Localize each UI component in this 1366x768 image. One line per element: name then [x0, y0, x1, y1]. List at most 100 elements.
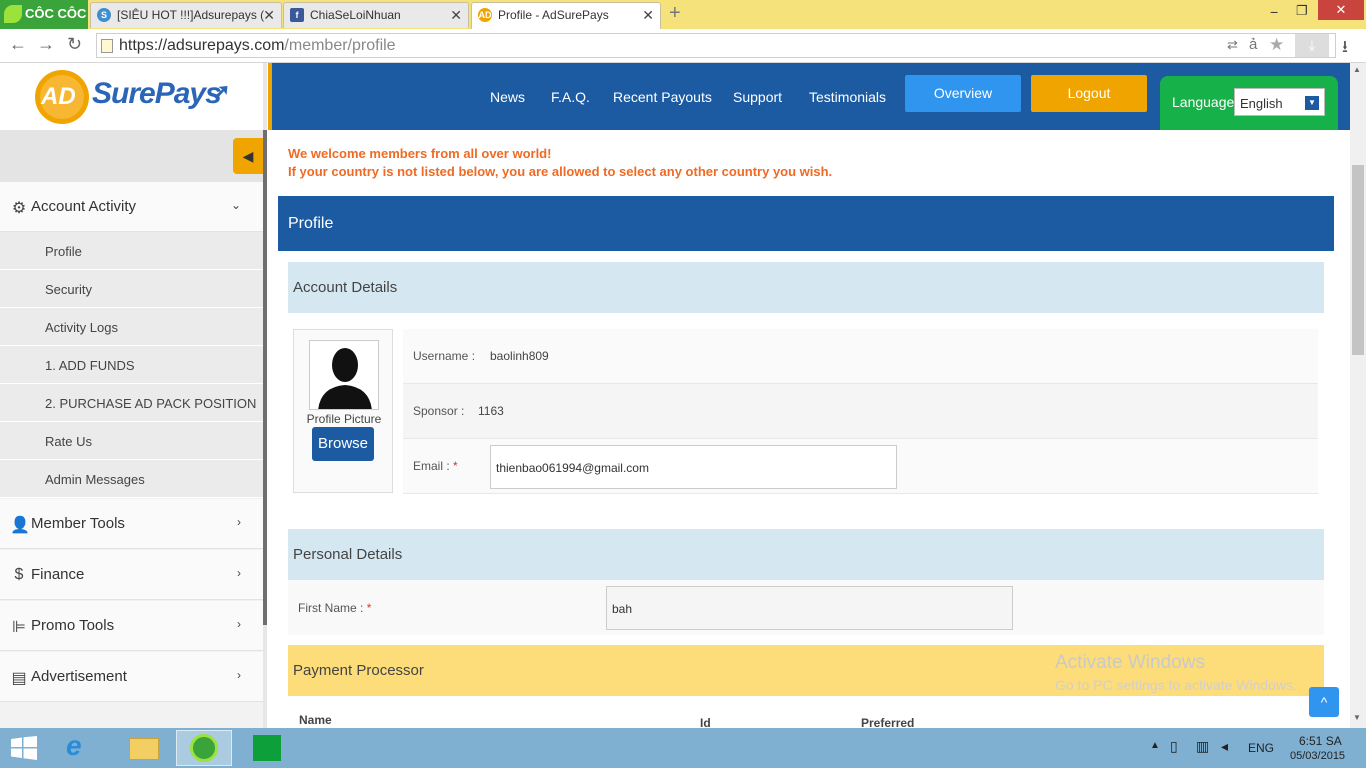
- sidebar-collapse-button[interactable]: ◀: [233, 138, 263, 174]
- page-icon: [101, 39, 113, 53]
- coccoc-taskbar[interactable]: [176, 730, 232, 766]
- reload-icon[interactable]: ↻: [67, 34, 82, 55]
- nav-support[interactable]: Support: [733, 89, 782, 105]
- required-mark: *: [453, 459, 458, 473]
- downloads-icon[interactable]: ⭳: [1342, 34, 1348, 63]
- sidebar-item-rate-us[interactable]: Rate Us: [0, 422, 263, 460]
- sidebar-item-purchase-ad-pack[interactable]: 2. PURCHASE AD PACK POSITION: [0, 384, 263, 422]
- close-icon[interactable]: ✕: [450, 3, 462, 27]
- nav-faq[interactable]: F.A.Q.: [551, 89, 590, 105]
- section-title: Payment Processor: [293, 662, 424, 679]
- store-taskbar[interactable]: [240, 730, 296, 766]
- email-label-text: Email :: [413, 459, 450, 473]
- minimize-icon[interactable]: −: [1270, 4, 1278, 20]
- sidebar-item-label: 1. ADD FUNDS: [45, 358, 135, 373]
- column-header-id: Id: [700, 716, 711, 728]
- section-label: Finance: [31, 566, 85, 583]
- browser-tab-active[interactable]: AD Profile - AdSurePays ✕: [471, 2, 661, 29]
- email-field[interactable]: thienbao061994@gmail.com: [490, 445, 897, 489]
- site-logo[interactable]: AD SurePays ➚: [0, 63, 263, 130]
- new-tab-icon[interactable]: +: [669, 2, 681, 25]
- tray-volume-icon[interactable]: ◂: [1221, 738, 1228, 755]
- section-title: Personal Details: [293, 546, 403, 563]
- chevron-down-icon: ⌄: [230, 198, 241, 212]
- page-scrollbar[interactable]: ▲ ▼: [1350, 63, 1366, 728]
- sidebar-toolbar: ◀: [0, 130, 263, 182]
- restore-icon[interactable]: ❐: [1296, 3, 1308, 19]
- url-text: https://adsurepays.com/member/profile: [119, 37, 396, 55]
- download-video-icon[interactable]: ⤓: [1295, 34, 1329, 57]
- activate-windows-subtitle: Go to PC settings to activate Windows.: [1055, 677, 1297, 693]
- window-close-button[interactable]: ✕: [1318, 0, 1364, 20]
- page-scrollbar-thumb[interactable]: [1352, 165, 1364, 355]
- browse-button[interactable]: Browse: [312, 427, 374, 461]
- sidebar-section-account-activity[interactable]: ⚙ Account Activity ⌄: [0, 182, 263, 232]
- clock-date[interactable]: 05/03/2015: [1290, 750, 1345, 762]
- close-icon[interactable]: ✕: [642, 3, 654, 27]
- column-header-name: Name: [299, 713, 332, 727]
- coccoc-brand-text: CÔC CÔC: [25, 6, 87, 21]
- tray-chevron-icon[interactable]: ▲: [1150, 740, 1160, 751]
- sitemap-icon: ⊫: [12, 619, 26, 636]
- file-explorer-taskbar[interactable]: [115, 730, 171, 766]
- internet-explorer-taskbar[interactable]: e: [54, 730, 110, 766]
- forward-arrow-icon[interactable]: →: [37, 34, 55, 55]
- page-title: Profile: [288, 215, 334, 232]
- windows-taskbar: e ▲ ▯ ▥ ◂ ENG 6:51 SA 05/03/2015: [0, 728, 1366, 768]
- tray-device-icon[interactable]: ▯: [1170, 738, 1178, 755]
- sidebar-item-security[interactable]: Security: [0, 270, 263, 308]
- chevron-right-icon: ›: [237, 566, 241, 580]
- nav-testimonials[interactable]: Testimonials: [809, 89, 886, 105]
- input-language-indicator[interactable]: ENG: [1248, 741, 1274, 755]
- section-label: Advertisement: [31, 668, 127, 685]
- url-path: /member/profile: [284, 37, 396, 54]
- sidebar-section-member-tools[interactable]: 👤 Member Tools ›: [0, 499, 263, 549]
- first-name-label: First Name : *: [298, 601, 371, 615]
- browser-tab-bar: CÔC CÔC S [SIÊU HOT !!!]Adsurepays ( ✕ f…: [0, 0, 1366, 29]
- back-arrow-icon[interactable]: ←: [9, 34, 27, 55]
- url-host: https://adsurepays.com: [119, 37, 285, 54]
- sidebar-section-advertisement[interactable]: ▤ Advertisement ›: [0, 652, 263, 702]
- welcome-line-1: We welcome members from all over world!: [288, 146, 552, 161]
- sidebar-section-promo-tools[interactable]: ⊫ Promo Tools ›: [0, 601, 263, 651]
- main-content: We welcome members from all over world! …: [278, 130, 1334, 728]
- tray-network-icon[interactable]: ▥: [1196, 738, 1209, 755]
- welcome-notice: We welcome members from all over world! …: [288, 145, 832, 181]
- sidebar-item-profile[interactable]: Profile: [0, 232, 263, 270]
- translate-icon[interactable]: ⇄: [1227, 37, 1238, 53]
- url-input[interactable]: https://adsurepays.com/member/profile ⇄ …: [96, 33, 1336, 58]
- language-label: Language: [1172, 94, 1235, 110]
- scroll-up-arrow-icon[interactable]: ▲: [1353, 65, 1361, 74]
- sponsor-row: Sponsor : 1163: [403, 384, 1318, 439]
- section-label: Member Tools: [31, 515, 125, 532]
- username-value: baolinh809: [490, 349, 549, 363]
- language-picker: Language English ▼: [1160, 76, 1338, 130]
- sidebar-item-admin-messages[interactable]: Admin Messages: [0, 460, 263, 498]
- vietnamese-input-icon[interactable]: ả: [1249, 36, 1257, 53]
- gear-icon: ⚙: [11, 200, 27, 217]
- scroll-to-top-button[interactable]: ^: [1309, 687, 1339, 717]
- welcome-line-2: If your country is not listed below, you…: [288, 164, 833, 179]
- sidebar-item-activity-logs[interactable]: Activity Logs: [0, 308, 263, 346]
- logout-button[interactable]: Logout: [1031, 75, 1147, 112]
- language-select[interactable]: English ▼: [1234, 88, 1325, 116]
- coccoc-logo[interactable]: CÔC CÔC: [0, 0, 88, 29]
- first-name-field[interactable]: bah: [606, 586, 1013, 630]
- bookmark-star-icon[interactable]: ★: [1269, 35, 1284, 55]
- scroll-down-arrow-icon[interactable]: ▼: [1353, 713, 1361, 722]
- sidebar: AD SurePays ➚ ◀ ⚙ Account Activity ⌄ Pro…: [0, 63, 263, 728]
- windows-start-icon[interactable]: [11, 736, 37, 760]
- top-nav: News F.A.Q. Recent Payouts Support Testi…: [268, 63, 1353, 130]
- nav-recent-payouts[interactable]: Recent Payouts: [613, 89, 712, 105]
- sidebar-item-add-funds[interactable]: 1. ADD FUNDS: [0, 346, 263, 384]
- nav-news[interactable]: News: [490, 89, 525, 105]
- required-mark: *: [366, 601, 372, 615]
- browser-tab[interactable]: S [SIÊU HOT !!!]Adsurepays ( ✕: [90, 2, 282, 28]
- close-icon[interactable]: ✕: [263, 3, 275, 27]
- sidebar-section-finance[interactable]: $ Finance ›: [0, 550, 263, 600]
- clock-time[interactable]: 6:51 SA: [1299, 734, 1342, 748]
- section-label: Account Activity: [31, 198, 137, 215]
- sidebar-scrollbar-thumb[interactable]: [263, 130, 267, 625]
- browser-tab[interactable]: f ChiaSeLoiNhuan ✕: [283, 2, 469, 28]
- overview-button[interactable]: Overview: [905, 75, 1021, 112]
